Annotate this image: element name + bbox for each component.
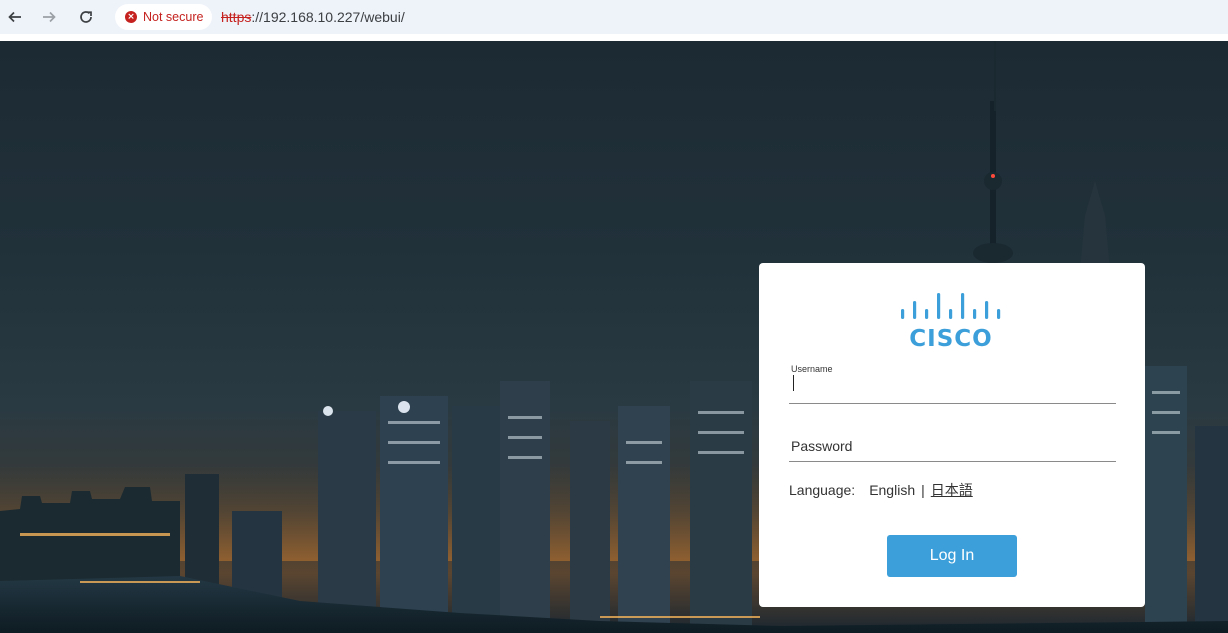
arrow-right-icon — [43, 11, 56, 23]
cisco-logo-icon: CISCO — [901, 293, 1001, 349]
language-option-japanese[interactable]: 日本語 — [931, 480, 973, 500]
login-card: CISCO Username Language: English | 日本語 L… — [759, 263, 1145, 607]
password-input[interactable] — [789, 431, 1116, 462]
url-scheme: https — [221, 9, 252, 25]
security-chip[interactable]: × Not secure — [115, 4, 212, 30]
language-label: Language: — [789, 482, 856, 498]
language-selector: Language: English | 日本語 — [789, 480, 973, 500]
username-input[interactable] — [789, 373, 1116, 404]
language-separator: | — [921, 482, 925, 498]
cisco-wordmark: CISCO — [909, 326, 992, 349]
reload-button[interactable] — [74, 5, 98, 29]
forward-button[interactable] — [37, 5, 61, 29]
reload-icon — [80, 11, 92, 23]
language-option-english[interactable]: English — [869, 482, 915, 498]
security-chip-label: Not secure — [143, 10, 204, 24]
arrow-left-icon — [8, 11, 21, 23]
back-button[interactable] — [3, 5, 27, 29]
not-secure-icon: × — [125, 11, 137, 23]
url-path: ://192.168.10.227/webui/ — [251, 9, 405, 25]
login-button[interactable]: Log In — [887, 535, 1017, 577]
content-divider — [0, 34, 1228, 41]
address-bar[interactable]: https://192.168.10.227/webui/ — [221, 9, 405, 25]
browser-toolbar: × Not secure https://192.168.10.227/webu… — [0, 0, 1228, 34]
text-caret — [793, 375, 794, 391]
